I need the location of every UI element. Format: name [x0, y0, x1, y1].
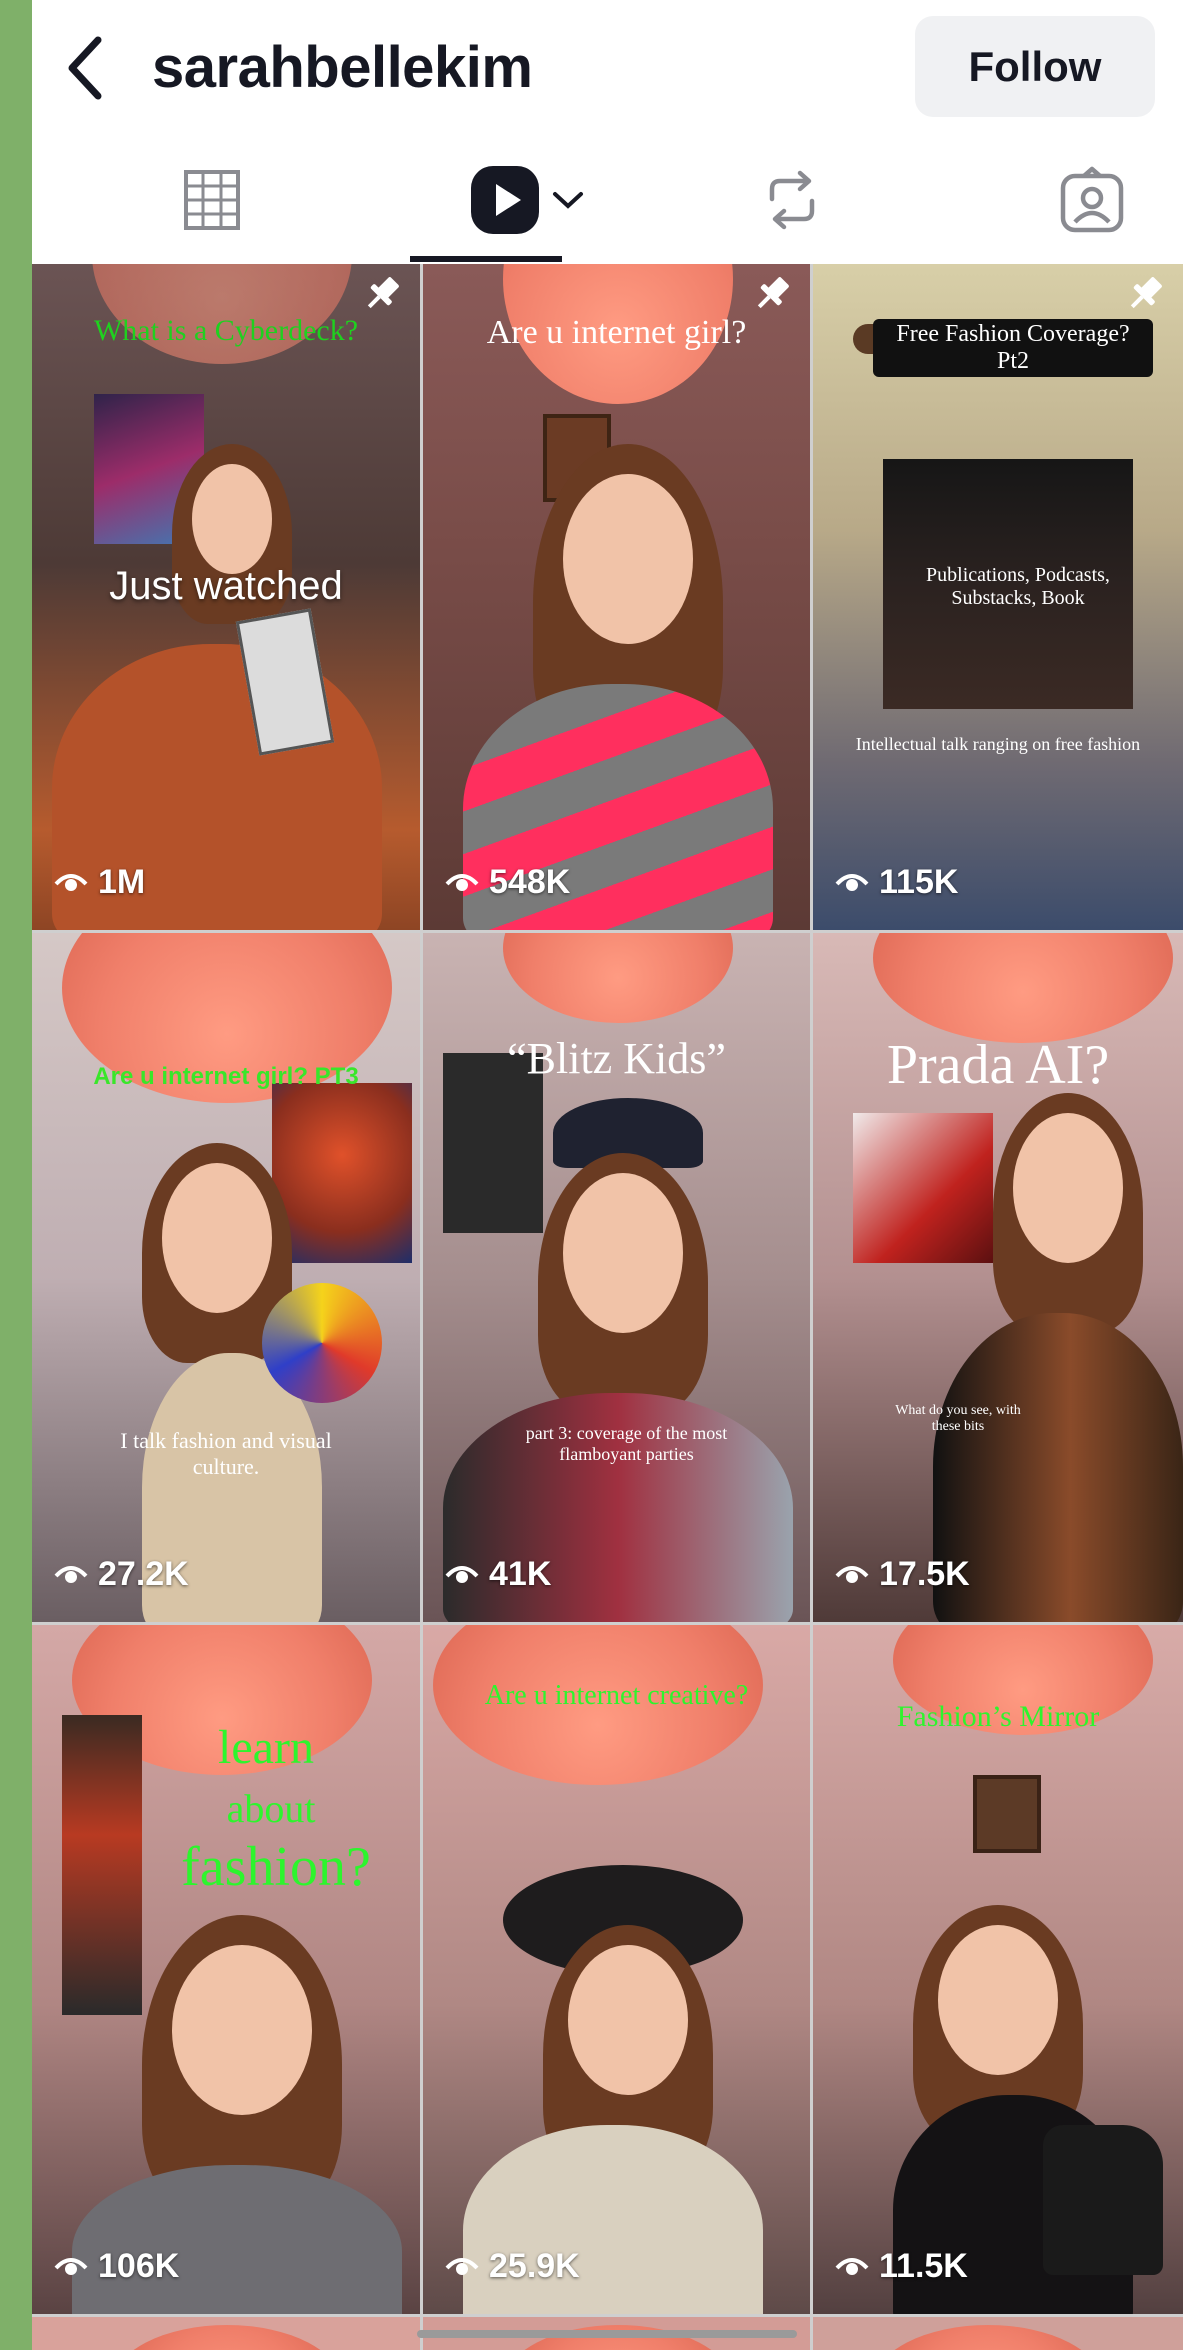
view-count: 11.5K: [835, 2247, 968, 2286]
eye-icon: [835, 2257, 869, 2275]
home-indicator[interactable]: [417, 2330, 797, 2338]
video-subcaption: Publications, Podcasts, Substacks, Book: [926, 564, 1110, 609]
eye-icon: [54, 2257, 88, 2275]
video-subcaption: What do you see, with these bits: [895, 1403, 1021, 1434]
tab-grid[interactable]: [152, 140, 272, 260]
video-tile-1[interactable]: What is a Cyberdeck? Just watched 1M: [32, 264, 420, 930]
video-caption: Prada AI?: [886, 1034, 1110, 1096]
lollipop-image: [262, 1283, 382, 1403]
play-icon: [471, 166, 539, 234]
lantern-image: [503, 933, 733, 1023]
profile-tabs: [32, 140, 1183, 264]
eye-icon: [54, 1565, 88, 1583]
profile-header: sarahbellekim Follow: [32, 0, 1183, 135]
eye-icon: [835, 873, 869, 891]
video-tile-7[interactable]: learn about fashion? 106K: [32, 1625, 420, 2314]
video-subcaption: I talk fashion and visual culture.: [120, 1428, 332, 1479]
view-count: 41K: [445, 1555, 551, 1594]
pin-icon: [367, 277, 399, 309]
active-tab-indicator: [410, 256, 562, 262]
view-count: 1M: [54, 863, 145, 902]
video-caption: Free Fashion Coverage? Pt2: [873, 319, 1153, 377]
repost-icon: [769, 170, 815, 230]
eye-icon: [445, 2257, 479, 2275]
wall-frame-image: [973, 1775, 1041, 1853]
back-button[interactable]: [54, 28, 114, 108]
eye-icon: [445, 1565, 479, 1583]
video-tile-10[interactable]: [32, 2317, 420, 2350]
video-subcaption-2: fashion?: [181, 1836, 371, 1898]
tab-tagged[interactable]: [1032, 140, 1152, 260]
video-tile-6[interactable]: Prada AI? What do you see, with these bi…: [813, 933, 1183, 1622]
video-subcaption: part 3: coverage of the most flamboyant …: [525, 1423, 728, 1464]
video-tile-5[interactable]: “Blitz Kids” part 3: coverage of the mos…: [423, 933, 810, 1622]
video-caption: Are u internet girl?: [486, 314, 747, 351]
eye-icon: [835, 1565, 869, 1583]
view-count: 17.5K: [835, 1555, 970, 1594]
video-subcaption: about: [226, 1786, 316, 1831]
view-count: 25.9K: [445, 2247, 580, 2286]
tagged-icon: [1060, 166, 1124, 233]
video-subcaption: Just watched: [109, 564, 343, 608]
black-boot-image: [1043, 2125, 1163, 2275]
profile-username: sarahbellekim: [152, 35, 533, 100]
video-tile-8[interactable]: Are u internet creative? 25.9K: [423, 1625, 810, 2314]
chevron-down-icon: [553, 192, 583, 209]
art-collage-image: [272, 1083, 412, 1263]
video-caption: What is a Cyberdeck?: [93, 314, 359, 347]
video-grid: What is a Cyberdeck? Just watched 1M Are…: [32, 264, 1183, 2350]
art-collage-image: [853, 1113, 993, 1263]
chevron-left-icon: [68, 36, 102, 100]
tab-videos[interactable]: [452, 140, 602, 260]
profile-screen: sarahbellekim Follow What is a Cyberdeck…: [32, 0, 1183, 2350]
video-caption: learn: [218, 1721, 314, 1774]
pin-icon: [757, 277, 789, 309]
video-caption: Are u internet girl? PT3: [93, 1063, 359, 1090]
video-tile-3[interactable]: Free Fashion Coverage? Pt2 Publications,…: [813, 264, 1183, 930]
follow-button[interactable]: Follow: [915, 16, 1155, 117]
video-tile-12[interactable]: [813, 2317, 1183, 2350]
video-caption: Fashion’s Mirror: [896, 1700, 1100, 1733]
view-count: 548K: [445, 863, 570, 902]
pin-icon: [1130, 277, 1162, 309]
view-count: 27.2K: [54, 1555, 189, 1594]
video-caption: “Blitz Kids”: [507, 1034, 726, 1083]
video-tile-9[interactable]: Fashion’s Mirror 11.5K: [813, 1625, 1183, 2314]
eye-icon: [54, 873, 88, 891]
view-count: 115K: [835, 863, 958, 902]
video-tile-2[interactable]: Are u internet girl? 548K: [423, 264, 810, 930]
video-subcaption-2: Intellectual talk ranging on free fashio…: [855, 734, 1141, 754]
tab-reposts[interactable]: [732, 140, 852, 260]
video-caption: Are u internet creative?: [484, 1680, 749, 1711]
grid-icon: [184, 170, 240, 230]
lantern-image: [873, 933, 1173, 1043]
view-count: 106K: [54, 2247, 179, 2286]
video-tile-4[interactable]: Are u internet girl? PT3 I talk fashion …: [32, 933, 420, 1622]
eye-icon: [445, 873, 479, 891]
